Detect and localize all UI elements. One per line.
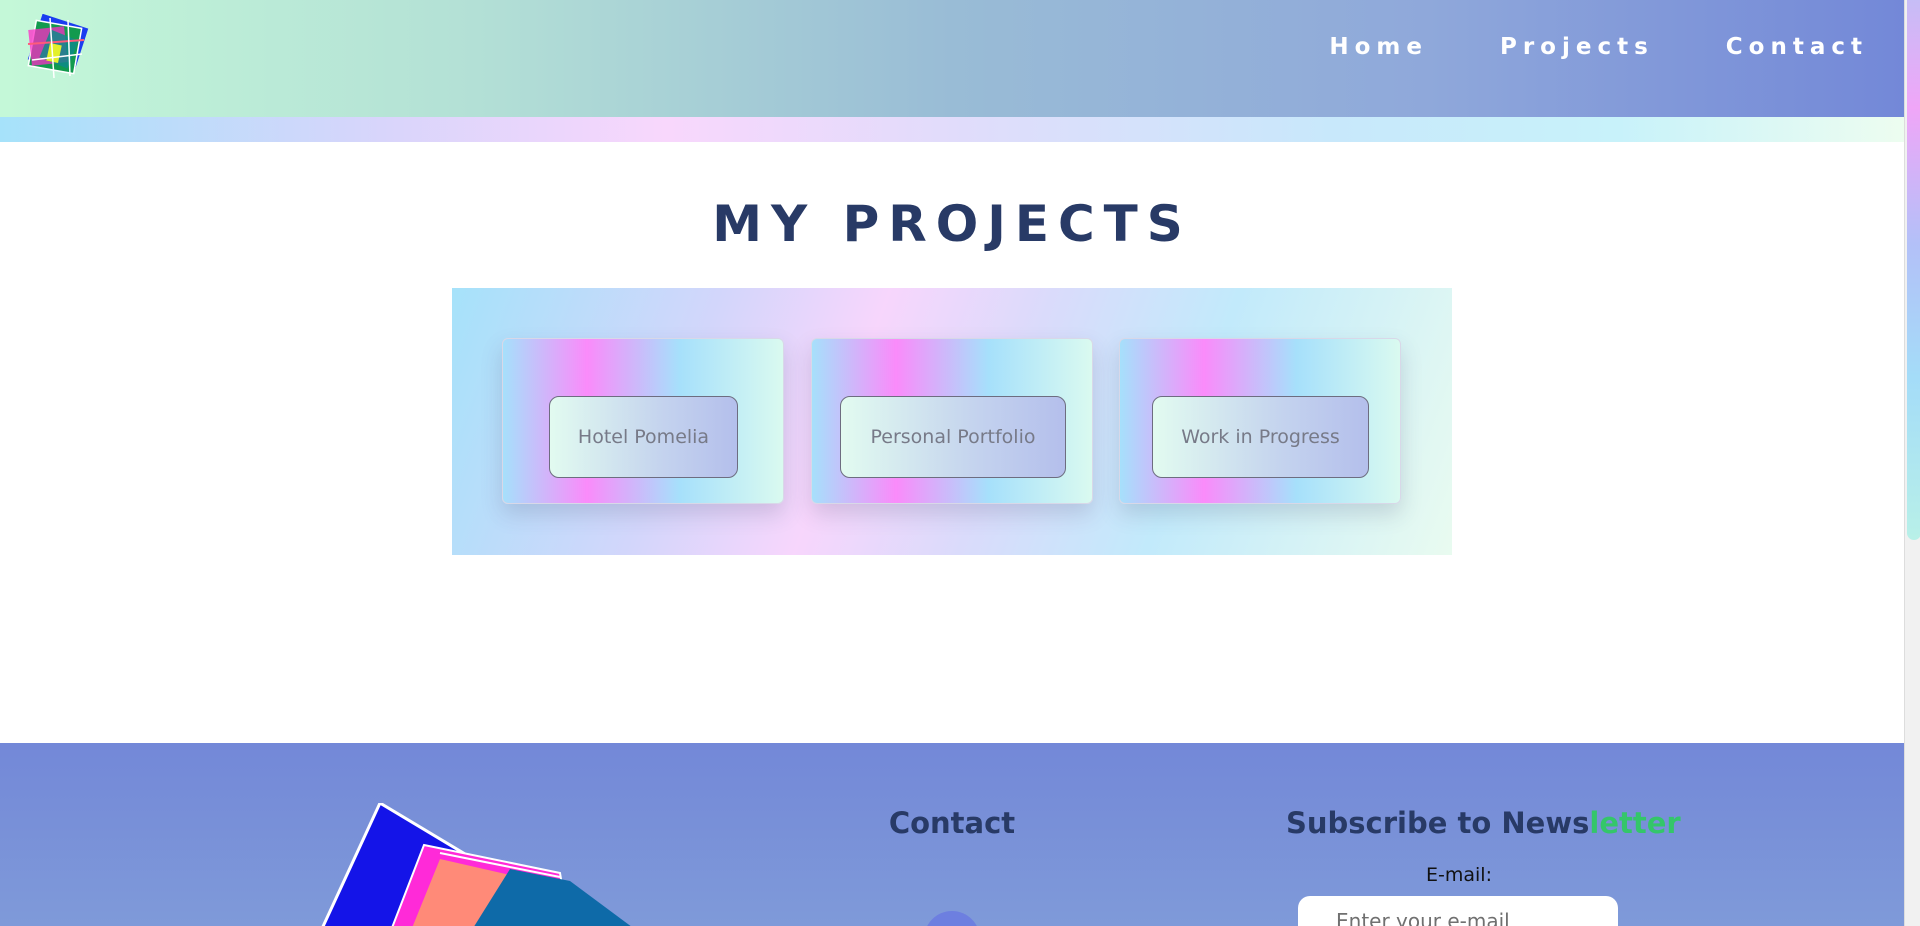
project-button-personal-portfolio[interactable]: Personal Portfolio [840, 396, 1066, 478]
contact-icon[interactable] [924, 911, 980, 926]
newsletter-title-accent: letter [1589, 806, 1681, 840]
page-title: MY PROJECTS [712, 195, 1192, 253]
scrollbar-thumb[interactable] [1907, 0, 1920, 540]
email-label: E-mail: [1426, 864, 1492, 886]
projects-panel: Hotel Pomelia Personal Portfolio Work in… [452, 288, 1452, 555]
page-scrollbar[interactable] [1904, 0, 1920, 926]
nav-home[interactable]: Home [1329, 34, 1428, 60]
project-button-work-in-progress[interactable]: Work in Progress [1152, 396, 1369, 478]
email-input[interactable] [1298, 896, 1618, 926]
project-card: Personal Portfolio [811, 338, 1093, 504]
main-nav: Home Projects Contact [1329, 34, 1868, 60]
project-card: Hotel Pomelia [502, 338, 784, 504]
site-footer: Contact Subscribe to Newsletter E-mail: [0, 743, 1904, 926]
project-button-hotel-pomelia[interactable]: Hotel Pomelia [549, 396, 738, 478]
project-card: Work in Progress [1119, 338, 1401, 504]
nav-contact[interactable]: Contact [1726, 34, 1868, 60]
site-header: Home Projects Contact [0, 0, 1904, 117]
newsletter-title-main: Subscribe to News [1286, 806, 1590, 840]
logo-icon[interactable] [22, 13, 98, 84]
header-gradient-strip [0, 117, 1904, 142]
nav-projects[interactable]: Projects [1500, 34, 1654, 60]
newsletter-title: Subscribe to Newsletter [1286, 806, 1681, 840]
